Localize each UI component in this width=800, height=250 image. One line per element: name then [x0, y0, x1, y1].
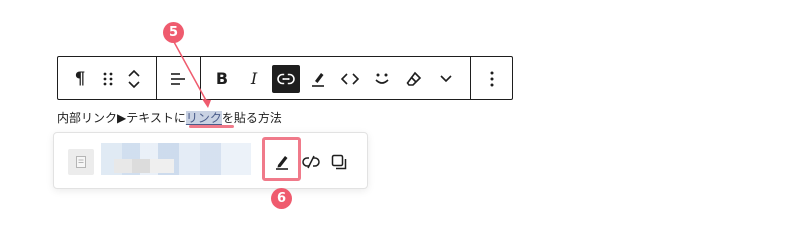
site-favicon: [68, 149, 94, 175]
code-icon: [341, 73, 359, 85]
italic-icon: I: [250, 69, 258, 88]
more-options-button[interactable]: [478, 65, 506, 93]
link-preview-popover: [53, 132, 368, 189]
paragraph-block[interactable]: 内部リンク▶テキストにリンクを貼る方法: [57, 109, 282, 127]
highlighter-icon: [312, 73, 324, 87]
paragraph-text-before: 内部リンク▶テキストに: [57, 111, 186, 125]
more-formats-button[interactable]: [432, 65, 460, 93]
step-6-marker: 6: [271, 188, 292, 209]
italic-button[interactable]: I: [240, 65, 268, 93]
link-icon: [277, 73, 295, 85]
step-5-label: 5: [168, 25, 179, 40]
align-text-button[interactable]: [164, 65, 192, 93]
unlink-icon: [302, 155, 320, 169]
drag-handle-icon: [103, 72, 113, 86]
unlink-button[interactable]: [299, 150, 323, 174]
paragraph-text-after: を貼る方法: [221, 111, 282, 125]
bold-icon: B: [215, 69, 229, 88]
move-up-down-button[interactable]: [120, 65, 148, 93]
align-left-icon: [171, 73, 185, 85]
emoji-icon: [375, 73, 389, 84]
annotation-highlight-box: [262, 137, 301, 181]
step-5-marker: 5: [163, 22, 184, 43]
annotation-underline: [189, 125, 234, 128]
bold-button[interactable]: B: [208, 65, 236, 93]
chevron-down-icon: [440, 75, 452, 83]
selected-link-text[interactable]: リンク: [185, 111, 222, 125]
clear-formatting-button[interactable]: [400, 65, 428, 93]
link-url-blurred-secondary: [114, 159, 174, 173]
inline-code-button[interactable]: [336, 65, 364, 93]
more-vertical-icon: [490, 71, 494, 87]
block-toolbar: ¶ B I: [57, 56, 513, 100]
emoji-button[interactable]: [368, 65, 396, 93]
move-up-down-icon: [128, 69, 140, 89]
link-button[interactable]: [272, 65, 300, 93]
paragraph-block-button[interactable]: ¶: [66, 65, 94, 93]
drag-handle-button[interactable]: [94, 65, 122, 93]
highlight-button[interactable]: [304, 65, 332, 93]
copy-link-button[interactable]: [327, 150, 351, 174]
copy-icon: [331, 154, 347, 170]
eraser-icon: [406, 71, 422, 86]
page-icon: [76, 156, 86, 168]
step-6-label: 6: [276, 191, 287, 206]
paragraph-icon: ¶: [74, 68, 86, 89]
